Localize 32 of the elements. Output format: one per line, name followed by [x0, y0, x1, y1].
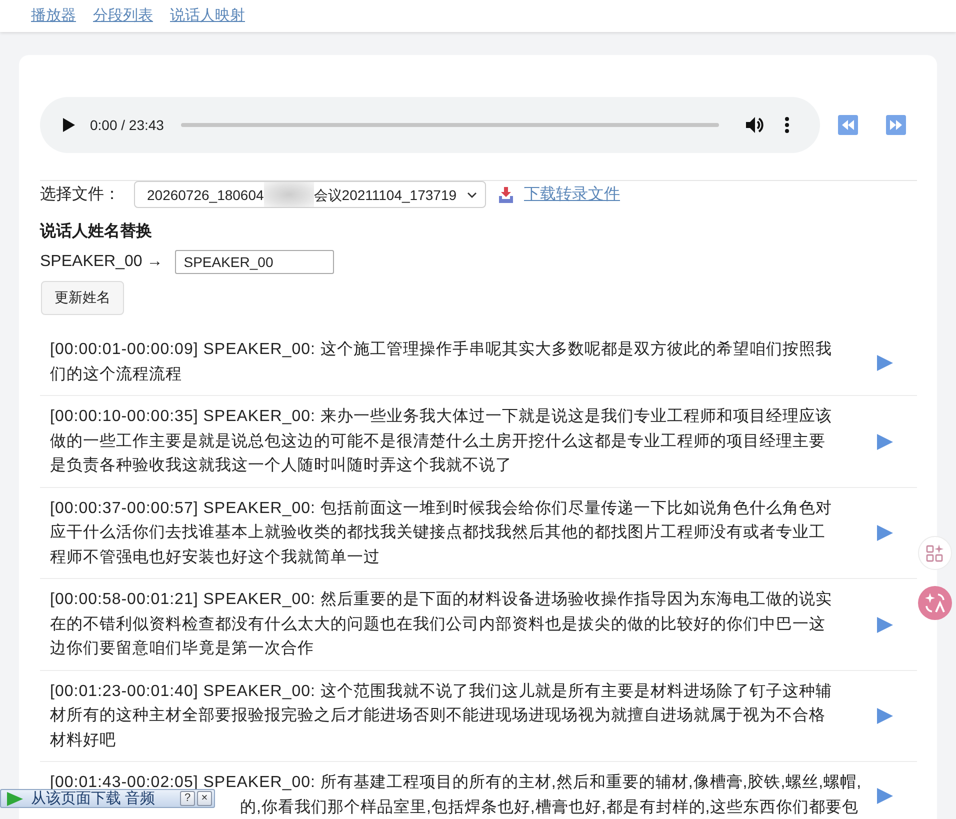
segment-text: [00:00:58-00:01:21] SPEAKER_00: 然后重要的是下面的材料设备进场验收操作指导因为东海电工做的说实在的不错利似资料检查都没有什么太大的问题也在我们公司内部资料也是拔尖的做的比较好的你们中巴一这边你们要留意咱们毕竟是第一次合作	[50, 590, 833, 659]
speaker-name-input[interactable]: SPEAKER_00	[174, 250, 334, 274]
playback-time: 0:00 / 23:43	[90, 117, 164, 133]
volume-icon[interactable]	[746, 117, 764, 133]
segment-text: 的,你看我们那个样品室里,包括焊条也好,槽膏也好,都是有封样的,这些东西你们都要包	[240, 798, 859, 818]
download-link[interactable]: 下载转录文件	[498, 184, 620, 204]
apps-sparkle-icon[interactable]	[918, 536, 952, 570]
segment-text: [00:01:43-00:02:05] SPEAKER_00: 所有基建工程项目的所有的主材,然后和重要的辅材,像槽膏,胶铁,螺丝,螺帽,	[50, 772, 862, 791]
progress-track[interactable]	[180, 123, 719, 127]
play-icon[interactable]	[63, 118, 75, 132]
more-options-icon[interactable]	[784, 117, 789, 133]
nav-link[interactable]: 播放器	[31, 7, 76, 25]
segment-text: [00:00:10-00:00:35] SPEAKER_00: 来办一些业务我大体过一下就是说这是我们专业工程师和项目经理应该做的一些工作主要是就是说总包这边的可能不是很清楚什么土房开挖什么这都是专业工程师的项目经理主要是负责各种验收我这就我这一个人随时叫随时弄这个我就不说了	[50, 406, 833, 476]
download-bar-label: 从该页面下载 音频	[31, 790, 156, 807]
fast-forward-icon[interactable]	[886, 115, 906, 135]
close-button[interactable]: ×	[197, 791, 212, 806]
segment-text: [00:00:01-00:00:09] SPEAKER_00: 这个施工管理操作手串呢其实大多数呢都是双方彼此的希望咱们按照我们的这个流程流程	[50, 340, 833, 384]
translate-icon[interactable]	[918, 586, 952, 620]
blurred-region	[264, 182, 314, 207]
speaker-label: SPEAKER_00 →	[40, 252, 163, 272]
nav-link[interactable]: 分段列表	[93, 7, 153, 25]
nav-link[interactable]: 说话人映射	[170, 7, 245, 25]
rewind-icon[interactable]	[838, 115, 858, 135]
file-select-label: 选择文件：	[40, 184, 120, 204]
chevron-down-icon	[467, 192, 477, 198]
download-icon	[498, 186, 514, 202]
segment-text: [00:00:37-00:00:57] SPEAKER_00: 包括前面这一堆到时候我会给你们尽量传递一下比如说角色什么角色对应干什么活你们去找谁基本上就验收类的都找我关键接点都找我然后其他的都找图片工程师没有或者专业工程师不管强电也好安装也好这个我就简单一过	[50, 498, 833, 568]
update-names-button[interactable]: 更新姓名	[41, 281, 124, 315]
segment-text: [00:01:23-00:01:40] SPEAKER_00: 这个范围我就不说了我们这儿就是所有主要是材料进场除了钉子这种辅材所有的这种主材全部要报验报完验之后才能进场否则不能进现场进现场视为就擅自进场就属于视为不合格材料好吧	[50, 682, 833, 750]
section-heading: 说话人姓名替换	[40, 223, 153, 241]
file-select[interactable]: 20260726_180604 会议20211104_173719	[134, 181, 486, 208]
help-button[interactable]: ?	[180, 791, 195, 806]
